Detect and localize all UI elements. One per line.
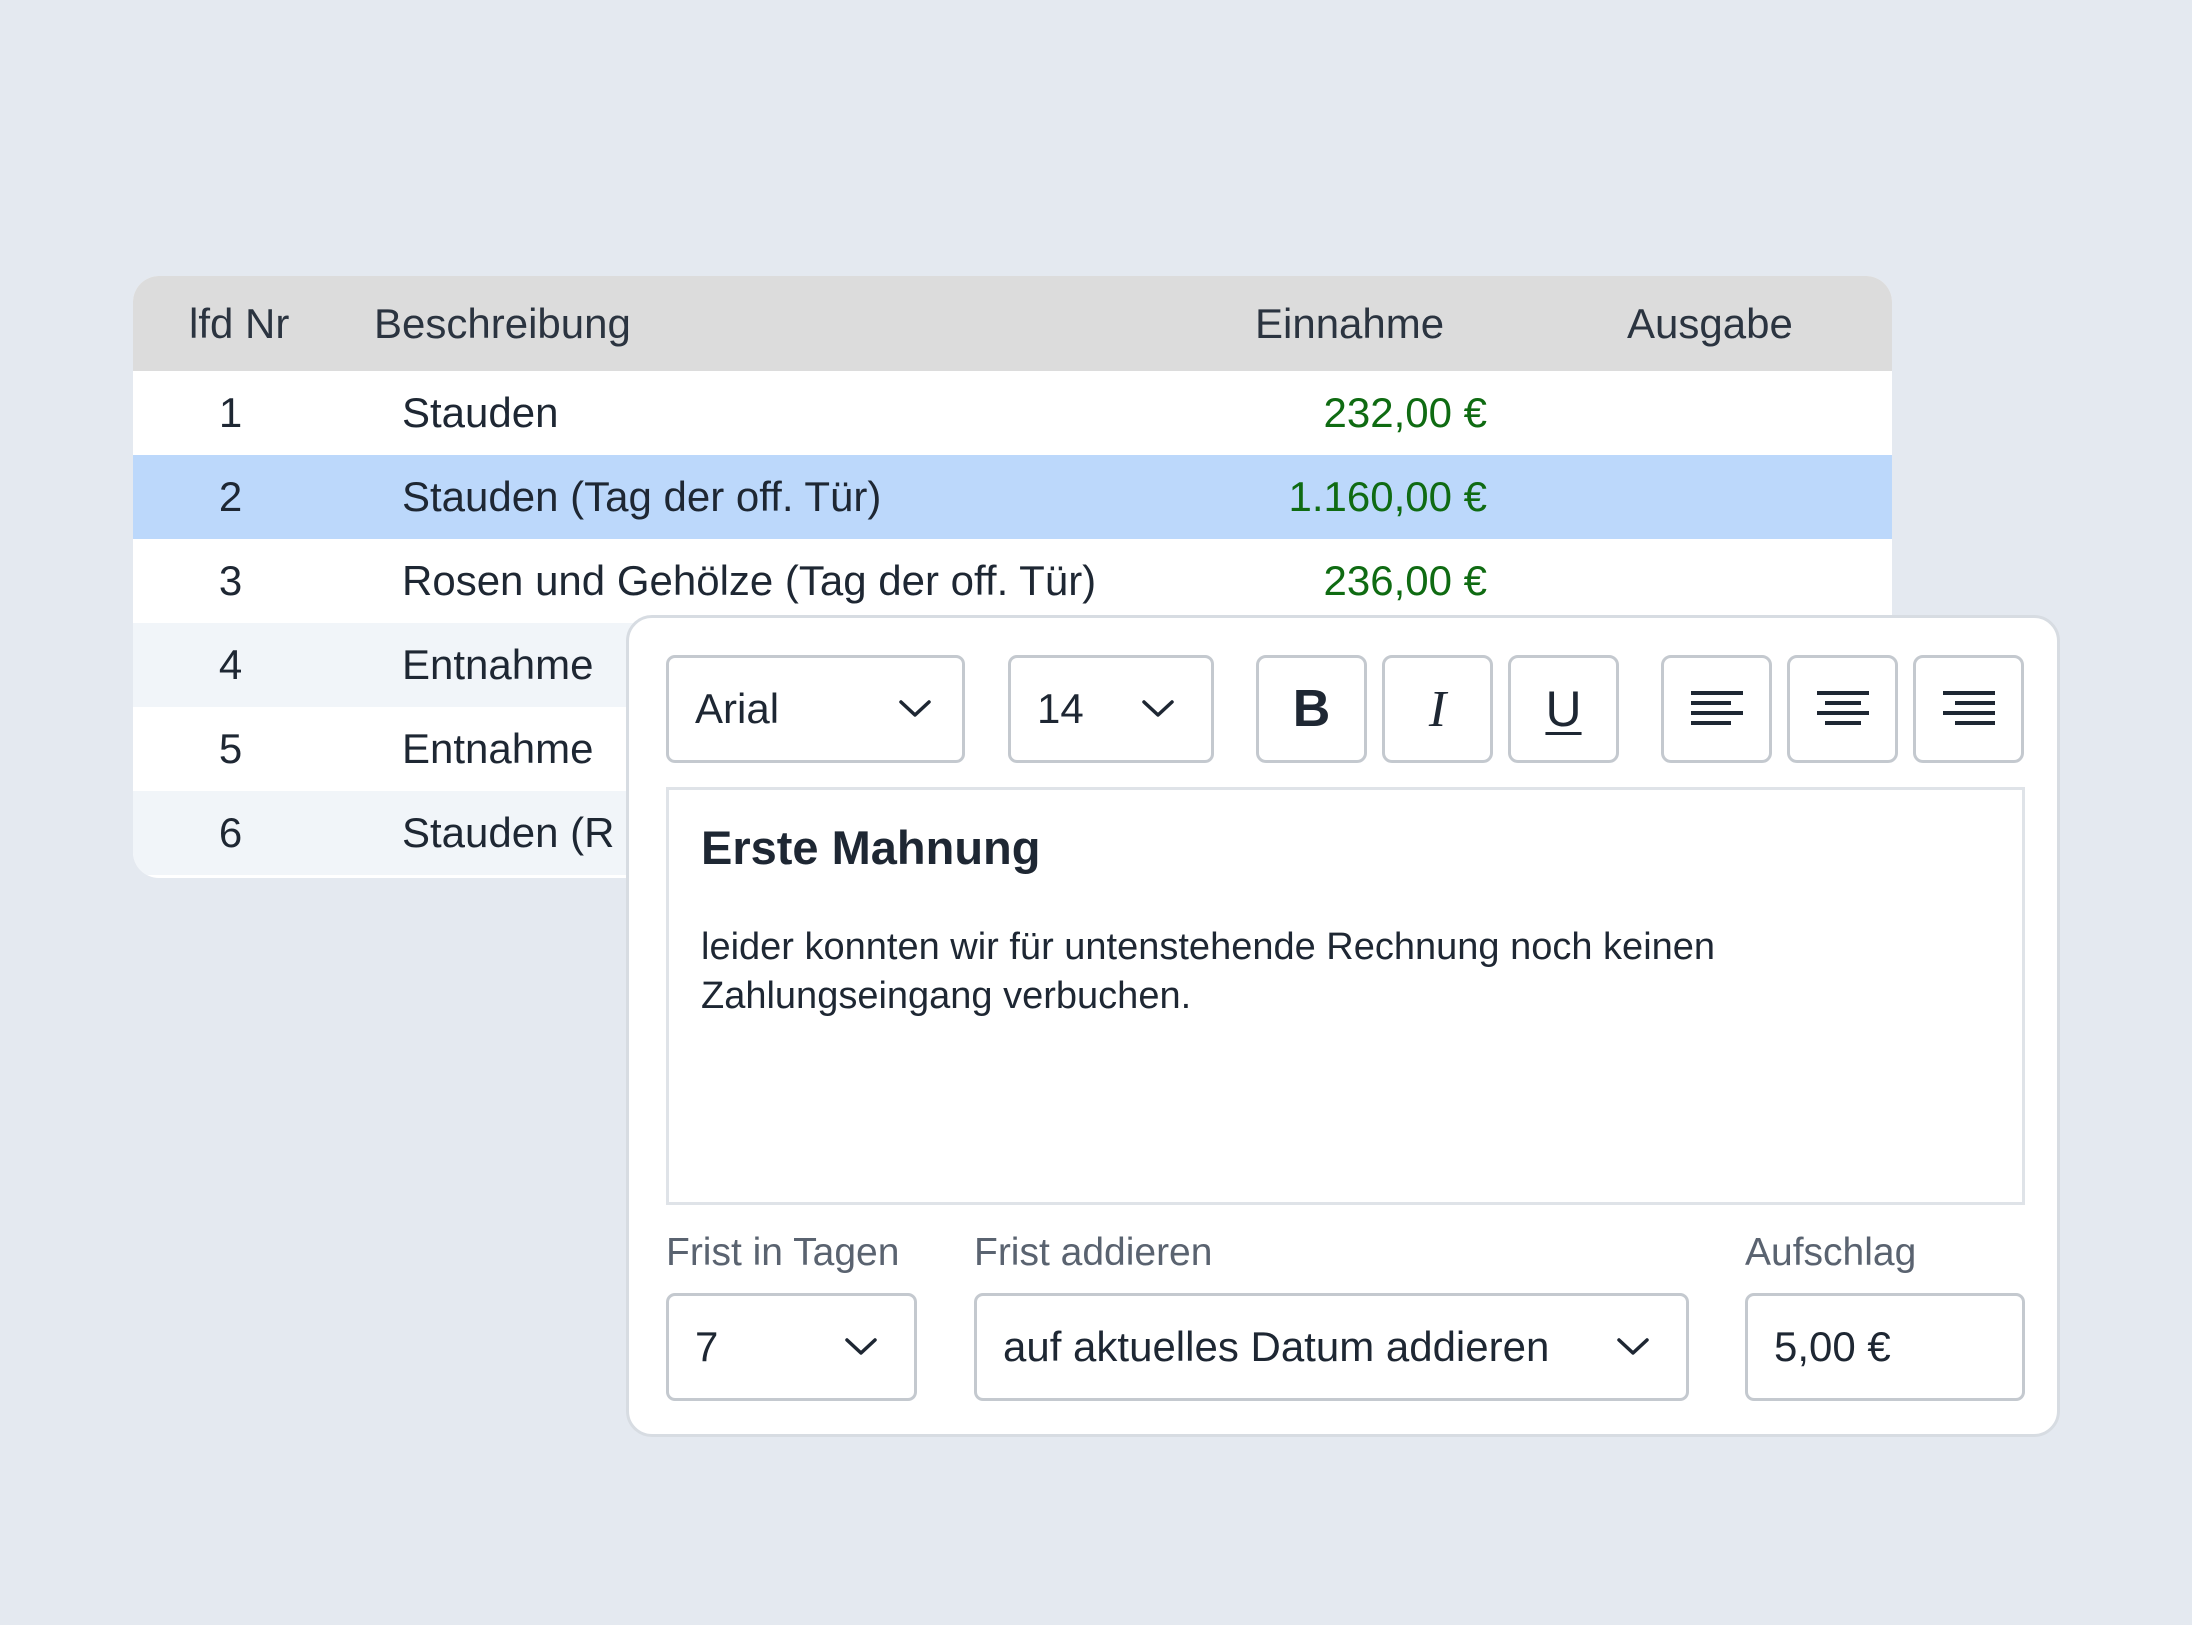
row-nr: 4 (218, 641, 243, 688)
editor-heading: Erste Mahnung (701, 821, 1041, 874)
underline-button[interactable]: U (1508, 655, 1619, 763)
row-income: 236,00 € (1323, 557, 1488, 604)
surcharge-input[interactable]: 5,00 € (1745, 1293, 2025, 1401)
font-family-value: Arial (695, 685, 780, 732)
italic-button[interactable]: I (1382, 655, 1493, 763)
align-center-button[interactable] (1787, 655, 1898, 763)
align-left-icon (1690, 691, 1743, 725)
row-nr: 2 (218, 473, 243, 520)
italic-icon: I (1428, 680, 1447, 738)
align-center-icon (1816, 691, 1869, 725)
chevron-down-icon (1617, 1338, 1649, 1355)
chevron-down-icon (845, 1338, 877, 1355)
reminder-editor-dialog: Arial 14 B I U Erste Mahnung leider konn… (626, 615, 2060, 1437)
row-description: Stauden (402, 389, 559, 436)
align-right-icon (1942, 691, 1995, 725)
bold-icon: B (1292, 680, 1331, 738)
bold-button[interactable]: B (1256, 655, 1367, 763)
font-family-select[interactable]: Arial (666, 655, 965, 763)
header-nr[interactable]: lfd Nr (189, 276, 289, 371)
table-row-selected[interactable]: 2 Stauden (Tag der off. Tür) 1.160,00 € (133, 455, 1892, 539)
row-nr: 6 (218, 809, 243, 856)
align-right-button[interactable] (1913, 655, 2024, 763)
row-description: Entnahme (402, 725, 594, 772)
header-expense[interactable]: Ausgabe (1627, 276, 1793, 371)
deadline-days-select[interactable]: 7 (666, 1293, 917, 1401)
row-income: 1.160,00 € (1288, 473, 1487, 520)
row-description: Stauden (R (402, 809, 615, 856)
surcharge-value: 5,00 € (1774, 1323, 1891, 1370)
table-row[interactable]: 1 Stauden 232,00 € (133, 371, 1892, 455)
row-description: Stauden (Tag der off. Tür) (402, 473, 882, 520)
row-nr: 1 (218, 389, 243, 436)
font-size-select[interactable]: 14 (1008, 655, 1214, 763)
font-size-value: 14 (1037, 685, 1084, 732)
header-income[interactable]: Einnahme (1255, 276, 1444, 371)
deadline-label: Frist in Tagen (666, 1231, 900, 1274)
add-deadline-value: auf aktuelles Datum addieren (1003, 1323, 1550, 1370)
table-header: lfd Nr Beschreibung Einnahme Ausgabe (133, 276, 1892, 371)
row-description: Rosen und Gehölze (Tag der off. Tür) (402, 557, 1097, 604)
editor-body-text: leider konnten wir für untenstehende Rec… (701, 926, 1716, 1017)
add-deadline-select[interactable]: auf aktuelles Datum addieren (974, 1293, 1689, 1401)
chevron-down-icon (899, 700, 931, 717)
row-nr: 3 (218, 557, 243, 604)
row-description: Entnahme (402, 641, 594, 688)
underline-icon: U (1545, 681, 1582, 737)
chevron-down-icon (1142, 700, 1174, 717)
add-deadline-label: Frist addieren (974, 1231, 1213, 1274)
header-description[interactable]: Beschreibung (374, 276, 631, 371)
table-row[interactable]: 3 Rosen und Gehölze (Tag der off. Tür) 2… (133, 539, 1892, 623)
row-nr: 5 (218, 725, 243, 772)
row-income: 232,00 € (1323, 389, 1488, 436)
align-left-button[interactable] (1661, 655, 1772, 763)
deadline-days-value: 7 (695, 1323, 719, 1370)
rich-text-editor[interactable]: Erste Mahnung leider konnten wir für unt… (666, 787, 2025, 1205)
surcharge-label: Aufschlag (1745, 1231, 1917, 1274)
